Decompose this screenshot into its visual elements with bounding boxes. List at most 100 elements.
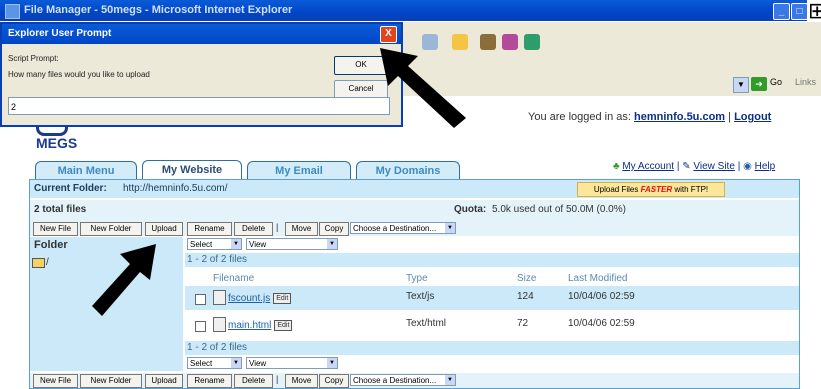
range-row-bottom: 1 - 2 of 2 files (185, 341, 799, 355)
file-icon (213, 290, 226, 305)
ie-icon (5, 4, 20, 19)
file-link[interactable]: fscount.js (228, 293, 270, 304)
range-text: 1 - 2 of 2 files (187, 342, 248, 353)
file-name-cell: main.html Edit (228, 320, 293, 331)
file-size: 72 (517, 318, 529, 329)
action-bar-bottom: New File New Folder Upload Rename Delete… (30, 373, 799, 388)
go-button[interactable]: Go (770, 77, 782, 87)
view-dropdown-bottom[interactable]: View ▼ (246, 357, 338, 369)
minimize-button[interactable]: _ (773, 3, 790, 20)
view-label: View (249, 240, 267, 249)
quota-text: 5.0k used out of 50.0M (0.0%) (492, 204, 626, 215)
prompt-title: Explorer User Prompt (8, 28, 112, 39)
select-label: Select (190, 240, 213, 249)
ftp-emph: FASTER (640, 185, 673, 194)
tab-main-menu[interactable]: Main Menu (35, 161, 137, 180)
range-text: 1 - 2 of 2 files (187, 254, 248, 265)
chevron-down-icon: ▼ (327, 358, 337, 368)
login-status: You are logged in as: hemninfo.5u.com | … (528, 111, 771, 123)
upload-button[interactable]: Upload (145, 222, 183, 236)
action-bar: 2 total files Quota: 5.0k used out of 50… (30, 200, 799, 236)
folder-root[interactable]: / (46, 257, 49, 268)
browser-title-bar: File Manager - 50megs - Microsoft Intern… (0, 0, 808, 21)
chevron-down-icon: ▼ (445, 375, 455, 385)
file-checkbox[interactable] (195, 294, 206, 305)
chevron-down-icon: ▼ (231, 239, 241, 249)
file-checkbox[interactable] (195, 321, 206, 332)
destination-select[interactable]: Choose a Destination... ▼ (350, 374, 456, 386)
table-row[interactable]: main.html Edit Text/html 72 10/04/06 02:5… (185, 313, 799, 337)
col-modified[interactable]: Last Modified (568, 273, 627, 284)
view-dropdown-top[interactable]: View ▼ (246, 238, 338, 250)
col-type[interactable]: Type (406, 273, 428, 284)
move-button[interactable]: Move (285, 222, 318, 236)
copy-button[interactable]: Copy (319, 374, 349, 388)
view-site-link[interactable]: View Site (693, 161, 735, 172)
view-label: View (249, 359, 267, 368)
chevron-down-icon: ▼ (327, 239, 337, 249)
address-dropdown-icon[interactable]: ▼ (733, 77, 749, 93)
windows-logo-icon: ⊞ (808, 0, 821, 23)
new-file-button[interactable]: New File (33, 374, 78, 388)
my-account-link[interactable]: My Account (622, 161, 674, 172)
edit-button[interactable]: Edit (273, 293, 292, 304)
messenger-icon[interactable] (502, 34, 518, 50)
site-logo[interactable]: MEGS (36, 135, 77, 151)
folder-icon[interactable] (32, 258, 45, 268)
buddies-icon[interactable] (524, 34, 540, 50)
tab-my-website[interactable]: My Website (142, 160, 242, 181)
toolbar-sep: | (276, 374, 279, 384)
rename-button[interactable]: Rename (187, 222, 232, 236)
select-dropdown-bottom[interactable]: Select ▼ (187, 357, 242, 369)
new-folder-button[interactable]: New Folder (80, 222, 142, 236)
go-arrow-icon[interactable]: ➜ (751, 77, 767, 91)
table-row[interactable]: fscount.js Edit Text/js 124 10/04/06 02:5… (185, 286, 799, 310)
help-link[interactable]: Help (755, 161, 776, 172)
select-dropdown-top[interactable]: Select ▼ (187, 238, 242, 250)
ftp-prefix: Upload Files (593, 185, 639, 194)
file-modified: 10/04/06 02:59 (568, 291, 635, 302)
destination-select[interactable]: Choose a Destination... ▼ (350, 222, 456, 234)
delete-button[interactable]: Delete (234, 222, 273, 236)
current-folder-label: Current Folder: (34, 183, 107, 194)
move-button[interactable]: Move (285, 374, 318, 388)
account-link-sep: | (676, 161, 680, 172)
view-site-icon: ✎ (682, 161, 691, 172)
login-prefix: You are logged in as: (528, 111, 631, 123)
current-folder-row: Current Folder: http://hemninfo.5u.com/ … (30, 180, 799, 198)
chevron-down-icon: ▼ (445, 223, 455, 233)
prompt-input[interactable]: 2 (8, 97, 390, 115)
col-filename[interactable]: Filename (213, 273, 254, 284)
delete-button[interactable]: Delete (234, 374, 273, 388)
logout-link[interactable]: Logout (734, 111, 771, 123)
toolbar-sep: | (276, 222, 279, 232)
help-icon: ◉ (743, 161, 752, 172)
chevron-down-icon: ▼ (231, 358, 241, 368)
login-user-link[interactable]: hemninfo.5u.com (634, 111, 725, 123)
ftp-upload-button[interactable]: Upload Files FASTER with FTP! (577, 182, 725, 197)
select-label: Select (190, 359, 213, 368)
edit-button[interactable]: Edit (274, 320, 293, 331)
arrow-to-upload (92, 244, 156, 316)
col-size[interactable]: Size (517, 273, 536, 284)
copy-button[interactable]: Copy (319, 222, 349, 236)
upload-button[interactable]: Upload (145, 374, 183, 388)
explorer-user-prompt: Explorer User Prompt X Script Prompt: Ho… (0, 22, 403, 127)
rename-button[interactable]: Rename (187, 374, 232, 388)
new-folder-button[interactable]: New Folder (80, 374, 142, 388)
file-type: Text/html (406, 318, 447, 329)
file-link[interactable]: main.html (228, 320, 271, 331)
new-file-button[interactable]: New File (33, 222, 78, 236)
file-modified: 10/04/06 02:59 (568, 318, 635, 329)
quota-label: Quota: (454, 204, 487, 215)
tab-my-domains[interactable]: My Domains (356, 161, 460, 180)
destination-placeholder: Choose a Destination... (353, 224, 437, 233)
maximize-button[interactable]: □ (791, 3, 808, 20)
prompt-question: How many files would you like to upload (8, 70, 150, 79)
links-button[interactable]: Links (795, 77, 816, 87)
media-icon[interactable] (480, 34, 496, 50)
script-prompt-label: Script Prompt: (8, 54, 59, 63)
destination-placeholder: Choose a Destination... (353, 376, 437, 385)
tab-my-email[interactable]: My Email (247, 161, 351, 180)
file-size: 124 (517, 291, 534, 302)
